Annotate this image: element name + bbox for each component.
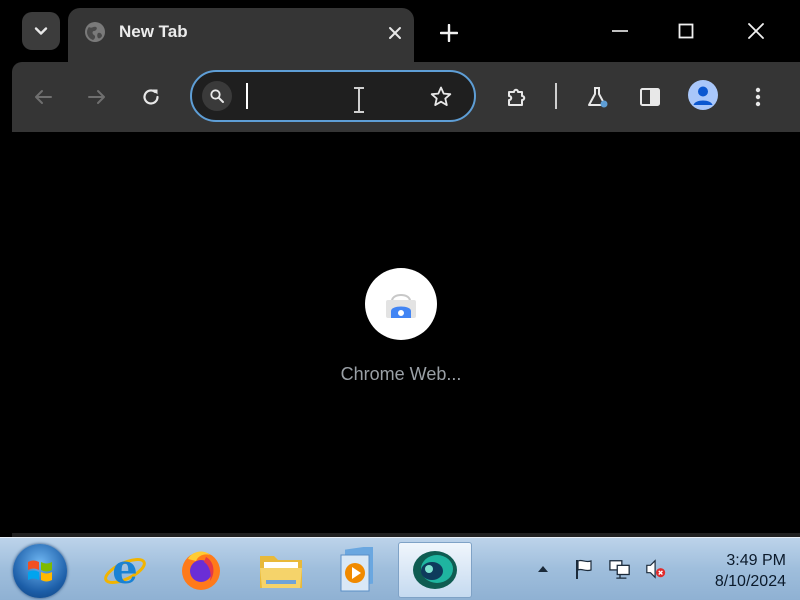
taskbar-chromium-app[interactable] [398,542,472,598]
address-input[interactable] [244,80,424,112]
search-icon [202,81,232,111]
minimize-icon [612,30,628,32]
forward-arrow-icon [88,90,105,104]
toolbar-divider [555,83,557,109]
puzzle-icon [508,88,526,106]
ibeam-cursor-icon [354,87,364,113]
browser-toolbar [12,62,800,132]
title-bar: New Tab [0,0,800,62]
svg-text:e: e [112,547,137,593]
reload-icon [143,89,159,105]
reload-button[interactable] [136,82,166,112]
maximize-icon [678,23,694,39]
chevron-down-icon [34,27,48,35]
plus-icon [440,24,458,42]
back-arrow-icon [35,90,52,104]
star-icon [430,86,452,106]
shortcut-label: Chrome Web... [340,364,462,384]
windows-logo-icon [28,560,52,582]
tab-search-button[interactable] [22,12,60,50]
show-hidden-icons-button[interactable] [532,558,554,580]
profile-avatar-button[interactable] [688,80,718,110]
media-player-icon [340,547,373,592]
shortcut-icon-circle [365,268,437,340]
caret-up-icon [538,566,548,572]
close-icon [748,23,764,39]
close-icon [389,27,401,39]
side-panel-icon [640,88,660,106]
network-icon [609,560,630,579]
kebab-menu-icon [755,87,761,107]
forward-button[interactable] [82,82,112,112]
new-tab-button[interactable] [434,18,464,48]
taskbar: e 3:49 PM 8/10/2024 [0,537,800,600]
maximize-button[interactable] [663,10,709,52]
shortcut-tile-chrome-web-store[interactable]: Chrome Web... [332,266,470,396]
chromium-app-icon [413,551,457,589]
folder-icon [260,556,302,588]
bookmark-star-button[interactable] [426,82,456,112]
start-button[interactable] [13,544,67,598]
taskbar-media-player[interactable] [322,542,392,598]
system-clock[interactable]: 3:49 PM 8/10/2024 [682,550,786,592]
user-icon [693,86,713,105]
window-close-button[interactable] [733,10,779,52]
volume-button[interactable] [645,558,667,580]
minimize-button[interactable] [597,10,643,52]
flag-icon [576,559,592,579]
text-caret [246,83,248,109]
clock-time: 3:49 PM [726,552,786,569]
clock-date: 8/10/2024 [714,573,786,590]
back-button[interactable] [28,82,58,112]
network-button[interactable] [609,558,631,580]
flask-icon [588,87,608,108]
globe-icon [85,22,105,42]
extensions-button[interactable] [502,82,532,112]
new-tab-page: Chrome Web... [12,132,800,533]
menu-button[interactable] [743,82,773,112]
address-bar[interactable] [190,70,476,122]
taskbar-internet-explorer[interactable]: e [90,542,160,598]
tab-new-tab[interactable]: New Tab [68,8,414,62]
labs-button[interactable] [582,82,612,112]
tab-title: New Tab [119,22,188,41]
taskbar-firefox[interactable] [166,542,236,598]
side-panel-button[interactable] [635,82,665,112]
taskbar-file-explorer[interactable] [246,542,316,598]
tab-close-button[interactable] [382,20,408,46]
speaker-muted-icon [646,559,666,579]
action-center-button[interactable] [573,558,595,580]
internet-explorer-icon: e [104,547,146,593]
web-store-icon [386,294,416,318]
firefox-icon [182,551,220,590]
